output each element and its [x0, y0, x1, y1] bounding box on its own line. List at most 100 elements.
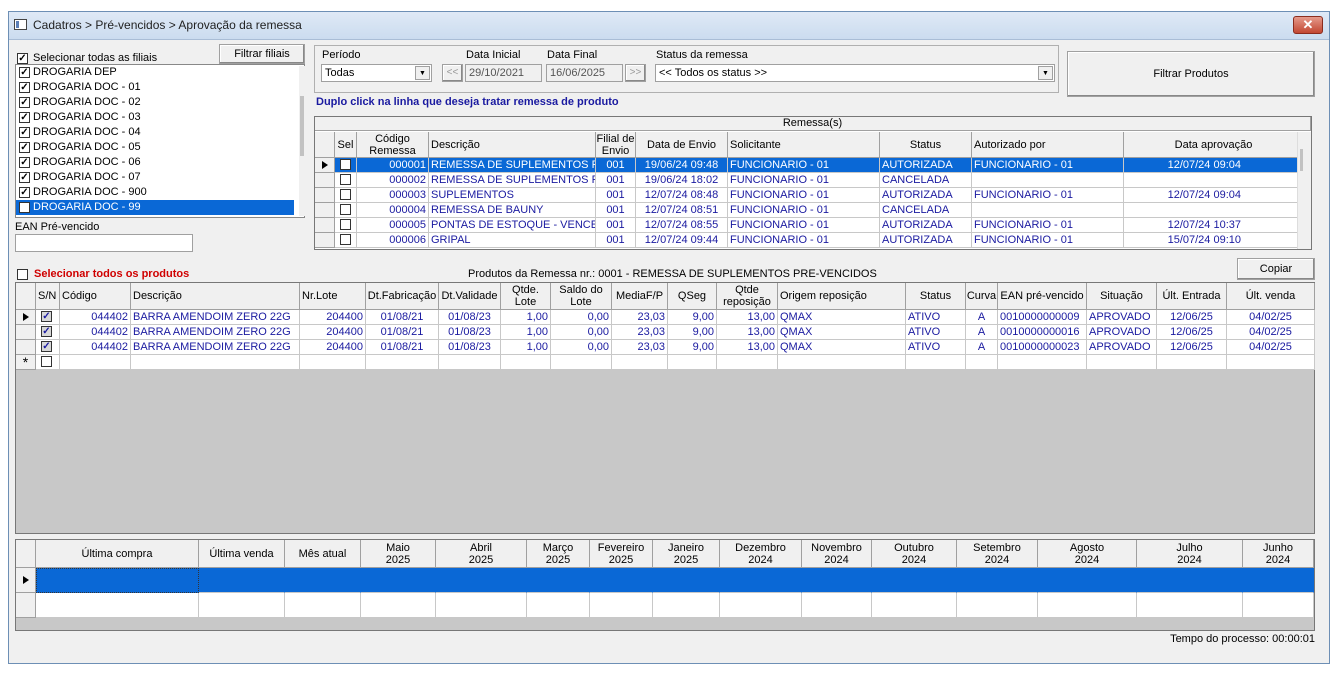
remessa-cell[interactable]: 001: [596, 218, 636, 233]
produto-cell[interactable]: QMAX: [778, 340, 906, 355]
remessa-cell[interactable]: FUNCIONARIO - 01: [728, 188, 880, 203]
produto-cell[interactable]: 044402: [60, 340, 131, 355]
sel-cell[interactable]: [335, 203, 357, 218]
empty-cell[interactable]: [551, 355, 612, 370]
empty-cell[interactable]: [501, 355, 551, 370]
produto-cell[interactable]: 204400: [300, 340, 366, 355]
remessa-cell[interactable]: FUNCIONARIO - 01: [972, 188, 1124, 203]
empty-cell[interactable]: [966, 355, 998, 370]
historico-cell[interactable]: [436, 568, 527, 593]
produto-cell[interactable]: 13,00: [717, 325, 778, 340]
produto-cell[interactable]: 12/06/25: [1157, 325, 1227, 340]
historico-cell[interactable]: [1038, 568, 1137, 593]
remessa-cell[interactable]: AUTORIZADA: [880, 188, 972, 203]
remessa-cell[interactable]: [972, 203, 1124, 218]
remessa-cell[interactable]: FUNCIONARIO - 01: [728, 173, 880, 188]
historico-cell[interactable]: [720, 593, 802, 618]
produto-cell[interactable]: 13,00: [717, 310, 778, 325]
remessa-cell[interactable]: AUTORIZADA: [880, 218, 972, 233]
produto-cell[interactable]: 0,00: [551, 325, 612, 340]
produto-cell[interactable]: 01/08/23: [439, 340, 501, 355]
produto-cell[interactable]: ATIVO: [906, 310, 966, 325]
empty-cell[interactable]: [778, 355, 906, 370]
produto-cell[interactable]: 044402: [60, 325, 131, 340]
empty-cell[interactable]: [717, 355, 778, 370]
remessa-cell[interactable]: SUPLEMENTOS: [429, 188, 596, 203]
empty-cell[interactable]: [998, 355, 1087, 370]
product-sn-checkbox[interactable]: [41, 326, 52, 337]
row-select-checkbox[interactable]: [340, 174, 351, 185]
filial-item[interactable]: DROGARIA DOC - 99: [16, 200, 294, 215]
remessa-cell[interactable]: [1124, 173, 1302, 188]
historico-cell[interactable]: [527, 568, 590, 593]
produto-cell[interactable]: 12/06/25: [1157, 310, 1227, 325]
produto-cell[interactable]: 01/08/21: [366, 325, 439, 340]
historico-cell[interactable]: [199, 593, 285, 618]
chevron-down-icon[interactable]: ▼: [415, 66, 430, 80]
historico-cell[interactable]: [361, 568, 436, 593]
produto-cell[interactable]: QMAX: [778, 325, 906, 340]
historico-cell[interactable]: [590, 568, 653, 593]
row-indicator[interactable]: [16, 325, 36, 340]
produto-cell[interactable]: 0010000000009: [998, 310, 1087, 325]
historico-cell[interactable]: [802, 568, 872, 593]
empty-cell[interactable]: [1157, 355, 1227, 370]
remessa-cell[interactable]: CANCELADA: [880, 173, 972, 188]
periodo-select[interactable]: Todas ▼: [321, 64, 432, 82]
sel-cell[interactable]: [335, 158, 357, 173]
remessa-cell[interactable]: FUNCIONARIO - 01: [728, 233, 880, 248]
filial-item[interactable]: DROGARIA DEP: [16, 65, 294, 80]
filial-item[interactable]: DROGARIA DOC - 900: [16, 185, 294, 200]
empty-cell[interactable]: [439, 355, 501, 370]
remessa-cell[interactable]: AUTORIZADA: [880, 233, 972, 248]
produto-cell[interactable]: 23,03: [612, 325, 668, 340]
next-date-button[interactable]: >>: [625, 64, 646, 82]
remessas-scroll-thumb[interactable]: [1300, 149, 1303, 171]
filiais-scrollbar[interactable]: [299, 66, 305, 216]
produto-cell[interactable]: 04/02/25: [1227, 340, 1315, 355]
row-indicator[interactable]: [315, 203, 335, 218]
status-select[interactable]: << Todos os status >> ▼: [655, 64, 1055, 82]
remessa-cell[interactable]: FUNCIONARIO - 01: [972, 158, 1124, 173]
produto-cell[interactable]: 1,00: [501, 310, 551, 325]
empty-cell[interactable]: [1087, 355, 1157, 370]
row-indicator[interactable]: [315, 188, 335, 203]
produto-cell[interactable]: 01/08/23: [439, 310, 501, 325]
remessa-cell[interactable]: 000001: [357, 158, 429, 173]
produto-cell[interactable]: APROVADO: [1087, 340, 1157, 355]
produto-cell[interactable]: 13,00: [717, 340, 778, 355]
produto-cell[interactable]: A: [966, 310, 998, 325]
empty-cell[interactable]: [131, 355, 300, 370]
produto-cell[interactable]: 1,00: [501, 340, 551, 355]
remessa-cell[interactable]: 12/07/24 09:04: [1124, 158, 1302, 173]
historico-cell[interactable]: [36, 568, 199, 593]
empty-cell[interactable]: [300, 355, 366, 370]
empty-cell[interactable]: [60, 355, 131, 370]
remessa-cell[interactable]: REMESSA DE BAUNY: [429, 203, 596, 218]
row-indicator[interactable]: [315, 218, 335, 233]
produto-cell[interactable]: 204400: [300, 325, 366, 340]
produto-cell[interactable]: 044402: [60, 310, 131, 325]
filter-filiais-button[interactable]: Filtrar filiais: [219, 44, 305, 64]
sel-cell[interactable]: [335, 233, 357, 248]
sn-cell[interactable]: [36, 340, 60, 355]
produto-cell[interactable]: 0,00: [551, 310, 612, 325]
filial-checkbox[interactable]: [19, 112, 30, 123]
produto-cell[interactable]: 23,03: [612, 340, 668, 355]
historico-cell[interactable]: [590, 593, 653, 618]
remessa-cell[interactable]: [1124, 203, 1302, 218]
produto-cell[interactable]: A: [966, 340, 998, 355]
historico-cell[interactable]: [957, 568, 1038, 593]
produto-cell[interactable]: ATIVO: [906, 340, 966, 355]
remessa-cell[interactable]: FUNCIONARIO - 01: [972, 233, 1124, 248]
row-indicator[interactable]: [16, 310, 36, 325]
historico-cell[interactable]: [1243, 593, 1314, 618]
data-inicial-input[interactable]: 29/10/2021: [465, 64, 542, 82]
remessa-cell[interactable]: PONTAS DE ESTOQUE - VENCE: [429, 218, 596, 233]
data-final-input[interactable]: 16/06/2025: [546, 64, 623, 82]
remessa-cell[interactable]: 12/07/24 10:37: [1124, 218, 1302, 233]
produto-cell[interactable]: 01/08/23: [439, 325, 501, 340]
produto-cell[interactable]: 01/08/21: [366, 310, 439, 325]
produto-cell[interactable]: ATIVO: [906, 325, 966, 340]
remessa-cell[interactable]: AUTORIZADA: [880, 158, 972, 173]
